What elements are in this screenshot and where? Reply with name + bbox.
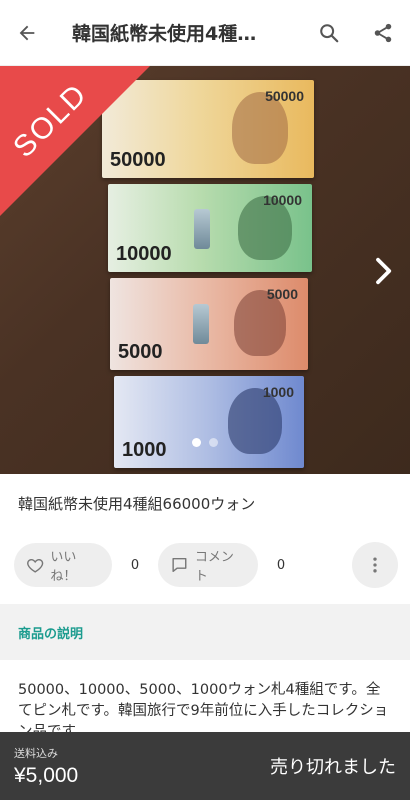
comment-label: コメント — [194, 550, 234, 584]
comment-count: 0 — [276, 557, 286, 573]
back-arrow-icon — [19, 25, 35, 40]
comment-button[interactable]: コメント — [158, 543, 258, 587]
item-photo-carousel[interactable]: 50000 50000 10000 10000 5000 5000 1000 1… — [0, 66, 410, 474]
item-description: 50000、10000、5000、1000ウォン札4種組です。全てピン札です。韓… — [18, 682, 389, 732]
share-icon — [374, 23, 392, 42]
shipping-label: 送料込み — [14, 746, 58, 760]
hologram-strip — [193, 208, 210, 249]
note-small-denom: 1000 — [262, 384, 294, 400]
heart-icon — [27, 558, 44, 573]
note-denom: 5000 — [118, 341, 163, 363]
search-icon — [320, 23, 339, 42]
note-small-denom: 50000 — [265, 88, 304, 104]
search-button[interactable] — [302, 0, 356, 66]
share-button[interactable] — [356, 0, 410, 66]
carousel-dot[interactable] — [209, 438, 218, 447]
sold-out-status: 売り切れました — [270, 757, 396, 778]
banknote-5000: 5000 5000 — [110, 278, 308, 370]
back-button[interactable] — [0, 0, 54, 66]
page-title: 韓国紙幣未使用4種… — [72, 23, 257, 45]
hologram-strip — [193, 303, 210, 344]
like-count: 0 — [130, 557, 140, 573]
purchase-bar: 送料込み ¥5,000 売り切れました — [0, 732, 410, 800]
carousel-dot[interactable] — [192, 438, 201, 447]
carousel-page-indicator — [0, 438, 410, 447]
note-small-denom: 10000 — [263, 192, 302, 208]
next-image-chevron-icon[interactable] — [368, 256, 398, 286]
like-button[interactable]: いいね！ — [14, 543, 112, 587]
description-section-header: 商品の説明 — [0, 604, 410, 660]
item-name: 韓国紙幣未使用4種組66000ウォン — [18, 495, 256, 513]
section-title: 商品の説明 — [18, 626, 84, 642]
banknote-1000: 1000 1000 — [114, 376, 304, 468]
top-app-bar: 韓国紙幣未使用4種… — [0, 0, 410, 66]
more-options-button[interactable] — [352, 542, 398, 588]
item-actions: いいね！ 0 コメント 0 — [14, 542, 398, 588]
like-label: いいね！ — [50, 550, 77, 584]
price: ¥5,000 — [14, 763, 79, 787]
price-block: 送料込み ¥5,000 — [0, 745, 270, 788]
note-denom: 10000 — [116, 243, 172, 265]
note-small-denom: 5000 — [266, 286, 298, 302]
comment-icon — [172, 557, 187, 573]
more-vertical-icon — [373, 557, 377, 573]
